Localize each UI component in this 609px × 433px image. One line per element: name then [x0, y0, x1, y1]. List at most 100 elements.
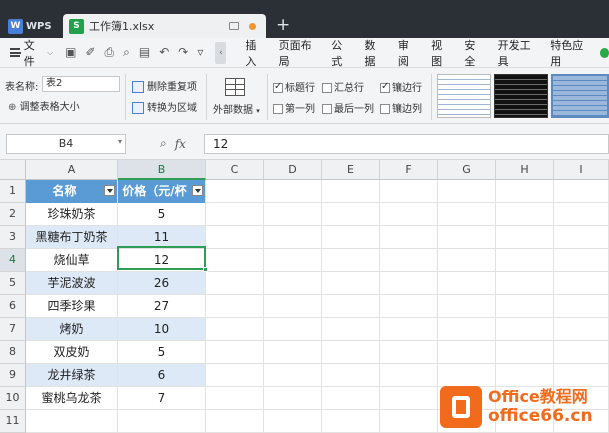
quick-access-toolbar: ▣ ✐ ⎙ ⌕ ▤ ↶ ↷ ▿: [65, 45, 203, 60]
table-style-swatch[interactable]: [494, 74, 548, 118]
select-all-corner[interactable]: [0, 160, 26, 180]
wps-home-label: WPS: [26, 20, 52, 32]
column-header-i[interactable]: I: [554, 160, 609, 180]
resize-table-button[interactable]: ⊕ 调整表格大小: [8, 98, 80, 113]
filter-dropdown-icon[interactable]: [192, 185, 203, 196]
document-tab-label: 工作簿1.xlsx: [89, 20, 155, 33]
total-row-checkbox[interactable]: 汇总行: [322, 79, 364, 94]
collapse-left-icon[interactable]: ‹: [215, 41, 227, 64]
gridline-vertical: [205, 180, 206, 433]
menu-bar: 文件 ⌵ ▣ ✐ ⎙ ⌕ ▤ ↶ ↷ ▿ ‹ 插入 页面布局 公式 数据 审阅 …: [0, 38, 609, 68]
filter-dropdown-icon[interactable]: [104, 185, 115, 196]
external-data-icon[interactable]: [225, 78, 245, 96]
column-header-h[interactable]: H: [496, 160, 554, 180]
row-header-6[interactable]: 6: [0, 295, 26, 318]
table-cell[interactable]: 烧仙草: [26, 249, 117, 271]
tab-developer[interactable]: 开发工具: [491, 37, 544, 69]
formula-tools: ⌕ fx: [160, 136, 186, 151]
column-header-e[interactable]: E: [322, 160, 380, 180]
column-header-f[interactable]: F: [380, 160, 438, 180]
redo-icon[interactable]: ↷: [178, 45, 188, 60]
table-cell[interactable]: 11: [118, 226, 205, 248]
name-box[interactable]: B4: [6, 134, 126, 154]
table-header-cell[interactable]: 名称: [26, 180, 117, 203]
ribbon-separator: [431, 74, 432, 120]
wps-home-tab[interactable]: W WPS: [8, 16, 56, 36]
table-header-cell[interactable]: 价格（元/杯: [118, 180, 205, 203]
print-preview-icon[interactable]: ⌕: [123, 45, 130, 60]
column-header-b[interactable]: B: [118, 160, 206, 180]
table-cell[interactable]: 珍珠奶茶: [26, 203, 117, 225]
tab-data[interactable]: 数据: [358, 37, 391, 69]
tab-review[interactable]: 审阅: [391, 37, 424, 69]
row-header-7[interactable]: 7: [0, 318, 26, 341]
table-cell[interactable]: 6: [118, 364, 205, 386]
table-cell[interactable]: 26: [118, 272, 205, 294]
tab-page-layout[interactable]: 页面布局: [272, 37, 325, 69]
table-style-swatch-selected[interactable]: [551, 74, 609, 118]
checkbox-checked-icon: [380, 81, 390, 93]
table-cell[interactable]: 双皮奶: [26, 341, 117, 363]
row-header-1[interactable]: 1: [0, 180, 26, 203]
zoom-search-icon[interactable]: ⌕: [160, 136, 167, 151]
convert-to-range-button[interactable]: 转换为区域: [132, 99, 197, 114]
document-tab[interactable]: S 工作簿1.xlsx: [63, 14, 266, 38]
table-cell[interactable]: 27: [118, 295, 205, 317]
remove-duplicates-button[interactable]: 删除重复项: [132, 78, 197, 93]
column-header-g[interactable]: G: [438, 160, 496, 180]
banded-rows-checkbox[interactable]: 镶边行: [380, 79, 422, 94]
new-tab-button[interactable]: +: [276, 15, 290, 35]
table-cell[interactable]: 10: [118, 318, 205, 340]
print-icon[interactable]: ⎙: [105, 45, 115, 60]
table-cell[interactable]: 7: [118, 387, 205, 409]
column-header-c[interactable]: C: [206, 160, 264, 180]
first-column-checkbox[interactable]: 第一列: [273, 100, 315, 115]
header-row-checkbox[interactable]: 标题行: [273, 79, 315, 94]
row-header-8[interactable]: 8: [0, 341, 26, 364]
resize-table-icon: ⊕: [8, 102, 17, 113]
row-header-3[interactable]: 3: [0, 226, 26, 249]
table-cell[interactable]: 烤奶: [26, 318, 117, 340]
undo-icon[interactable]: ↶: [159, 45, 169, 60]
external-data-button[interactable]: 外部数据 ▾: [213, 101, 260, 116]
table-style-swatch[interactable]: [437, 74, 491, 118]
fill-handle[interactable]: [203, 267, 208, 272]
row-header-4[interactable]: 4: [0, 249, 26, 272]
format-painter-icon[interactable]: ✐: [85, 45, 95, 60]
row-header-5[interactable]: 5: [0, 272, 26, 295]
paste-icon[interactable]: ▤: [139, 45, 150, 60]
row-header-9[interactable]: 9: [0, 364, 26, 387]
row-header-10[interactable]: 10: [0, 387, 26, 410]
tab-special-apps[interactable]: 特色应用: [543, 37, 596, 69]
watermark-line2: office66.cn: [488, 405, 593, 426]
table-cell[interactable]: 黑糖布丁奶茶: [26, 226, 117, 248]
table-cell[interactable]: 芋泥波波: [26, 272, 117, 294]
column-header-d[interactable]: D: [264, 160, 322, 180]
column-header-a[interactable]: A: [26, 160, 118, 180]
tab-formulas[interactable]: 公式: [324, 37, 357, 69]
tab-insert[interactable]: 插入: [238, 37, 271, 69]
table-cell[interactable]: 四季珍果: [26, 295, 117, 317]
save-icon[interactable]: ▣: [65, 45, 76, 60]
fx-icon[interactable]: fx: [175, 137, 186, 151]
chevron-down-icon: ⌵: [47, 47, 54, 57]
table-cell[interactable]: 5: [118, 341, 205, 363]
formula-input[interactable]: 12: [204, 134, 609, 154]
status-toggle-icon[interactable]: [599, 47, 609, 58]
table-name-input[interactable]: 表2: [42, 76, 120, 92]
last-column-checkbox[interactable]: 最后一列: [322, 100, 374, 115]
tab-security[interactable]: 安全: [457, 37, 490, 69]
customize-chevron-icon[interactable]: ▿: [197, 45, 203, 60]
watermark: Office教程网 office66.cn: [440, 380, 609, 433]
row-header-2[interactable]: 2: [0, 203, 26, 226]
unsaved-dot-icon[interactable]: [249, 22, 256, 30]
file-menu-button[interactable]: 文件 ⌵: [0, 37, 53, 69]
monitor-icon[interactable]: [229, 22, 239, 30]
chevron-down-icon[interactable]: ▾: [118, 137, 122, 146]
row-header-11[interactable]: 11: [0, 410, 26, 433]
tab-view[interactable]: 视图: [424, 37, 457, 69]
table-cell[interactable]: 5: [118, 203, 205, 225]
banded-columns-checkbox[interactable]: 镶边列: [380, 100, 422, 115]
table-cell[interactable]: 蜜桃乌龙茶: [26, 387, 117, 409]
table-cell[interactable]: 龙井绿茶: [26, 364, 117, 386]
